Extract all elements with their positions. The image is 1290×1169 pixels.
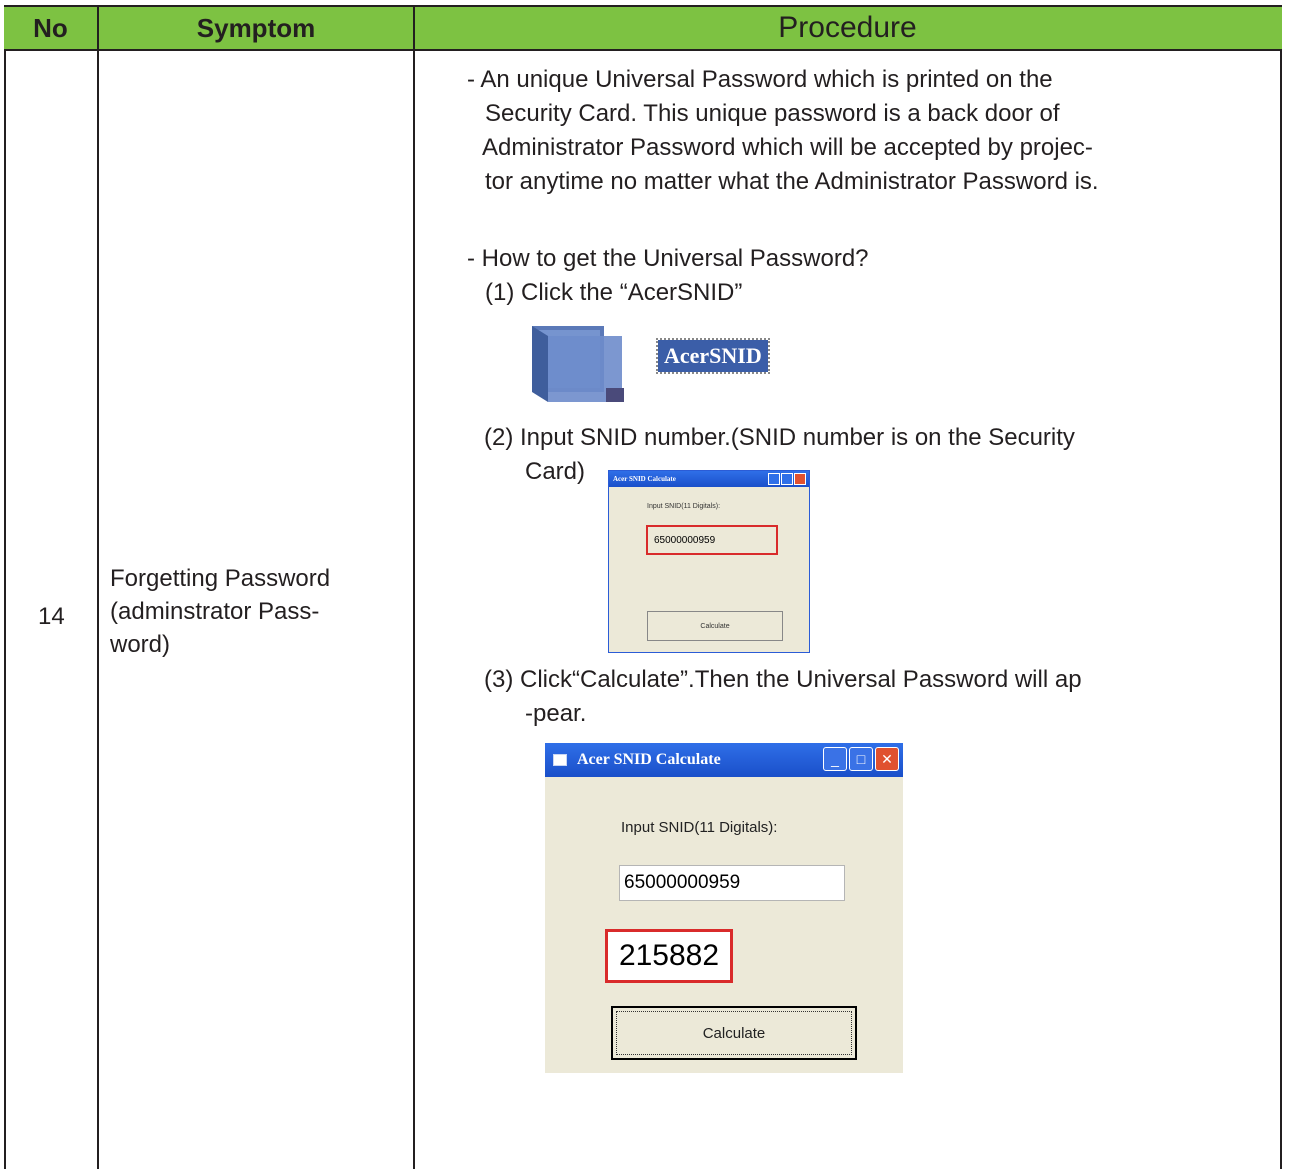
intro-line: Security Card. This unique password is a… <box>485 100 1060 127</box>
step-3-continued: -pear. <box>525 700 587 727</box>
snid-input-label: Input SNID(11 Digitals): <box>621 819 778 836</box>
snid-window-large: Acer SNID Calculate _ □ ✕ Input SNID(11 … <box>545 743 903 1073</box>
close-button[interactable]: ✕ <box>875 747 899 771</box>
intro-line: - An unique Universal Password which is … <box>467 66 1053 93</box>
window-controls: _ □ ✕ <box>823 747 899 771</box>
row-number: 14 <box>38 603 65 630</box>
minimize-button[interactable]: _ <box>823 747 847 771</box>
header-symptom: Symptom <box>196 12 316 43</box>
close-button[interactable] <box>794 473 806 485</box>
snid-input[interactable]: 65000000959 <box>646 525 778 555</box>
header-no: No <box>33 12 68 43</box>
symptom-line: Forgetting Password <box>110 565 331 592</box>
step-2: (2) Input SNID number.(SNID number is on… <box>484 424 1075 451</box>
symptom-text: Forgetting Password (adminstrator Pass- … <box>110 562 330 661</box>
maximize-button[interactable]: □ <box>849 747 873 771</box>
step-3: (3) Click“Calculate”.Then the Universal … <box>484 666 1082 693</box>
acersnid-shortcut[interactable]: AcerSNID <box>526 316 806 408</box>
step-1: (1) Click the “AcerSNID” <box>485 279 743 306</box>
app-icon <box>553 754 567 766</box>
calculate-button[interactable]: Calculate <box>647 611 783 641</box>
column-divider <box>413 5 415 1169</box>
column-divider <box>97 5 99 1169</box>
window-controls <box>768 473 806 485</box>
header-procedure: Procedure <box>778 11 917 44</box>
snid-input-label: Input SNID(11 Digitals): <box>647 503 721 510</box>
maximize-button[interactable] <box>781 473 793 485</box>
symptom-line: (adminstrator Pass- <box>110 598 320 625</box>
how-to-heading: - How to get the Universal Password? <box>467 245 869 272</box>
intro-line: Administrator Password which will be acc… <box>482 134 1093 161</box>
window-title: Acer SNID Calculate <box>613 475 676 483</box>
step-2-continued: Card) <box>525 458 586 485</box>
folder-icon <box>532 326 624 402</box>
intro-line: tor anytime no matter what the Administr… <box>485 168 1099 195</box>
universal-password-result: 215882 <box>605 929 733 983</box>
acersnid-label: AcerSNID <box>656 338 770 374</box>
snid-window-small: Acer SNID Calculate Input SNID(11 Digita… <box>608 470 810 653</box>
symptom-line: word) <box>110 631 171 658</box>
calculate-button[interactable]: Calculate <box>611 1006 857 1060</box>
window-title: Acer SNID Calculate <box>577 751 721 768</box>
minimize-button[interactable] <box>768 473 780 485</box>
snid-input[interactable]: 65000000959 <box>619 865 845 901</box>
